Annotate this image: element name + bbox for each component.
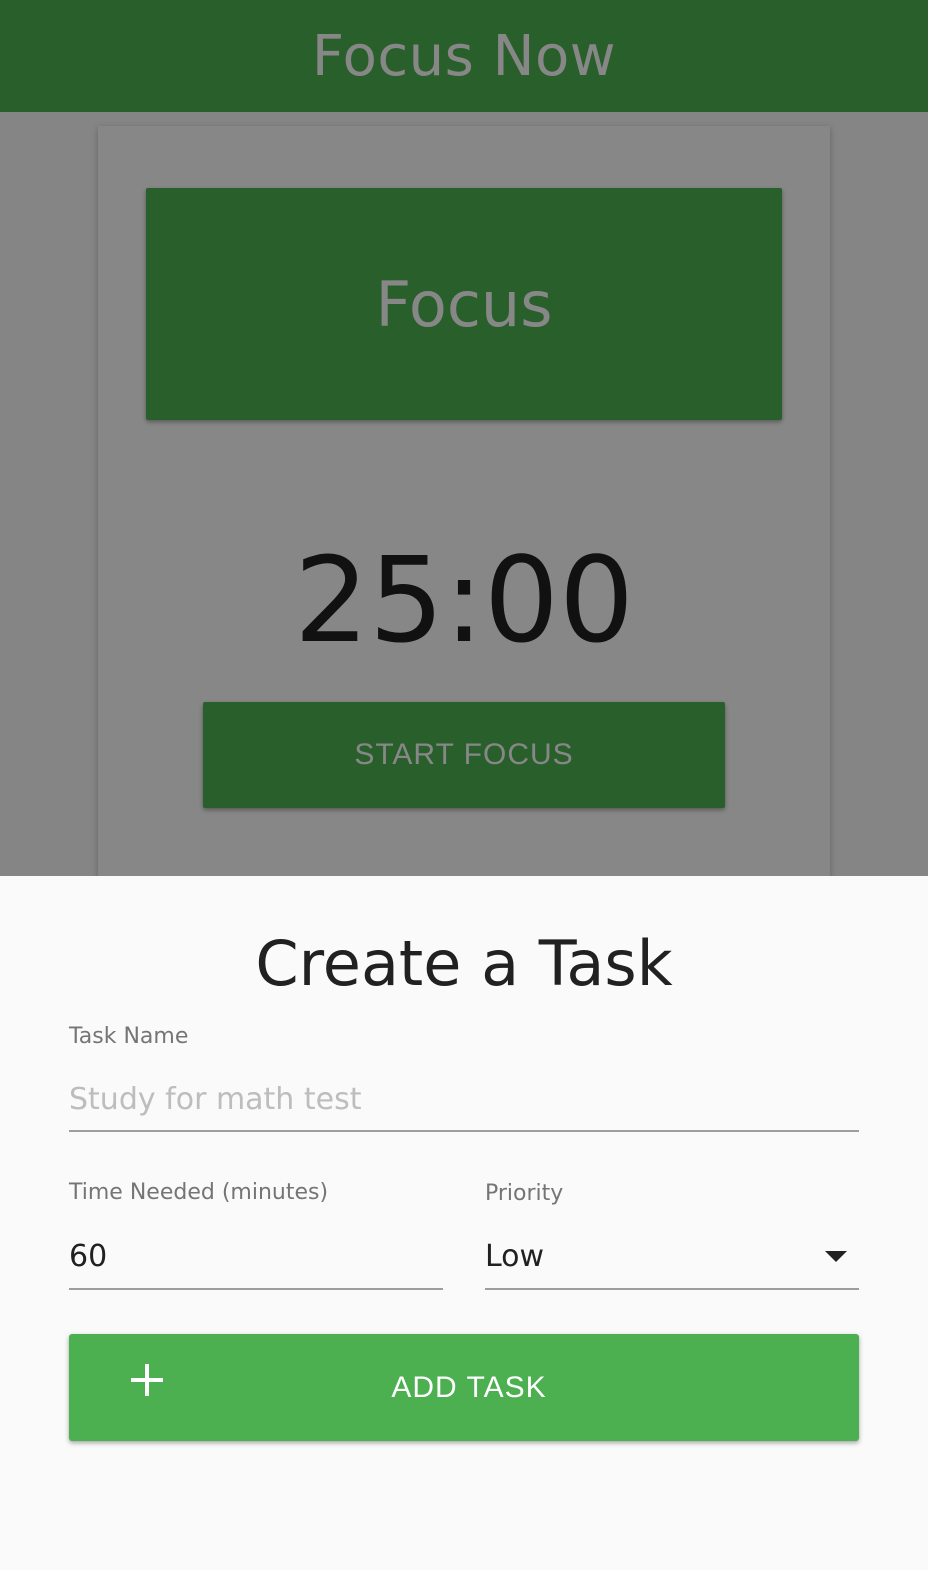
sheet-title: Create a Task [255, 927, 673, 1000]
dropdown-caret-icon [825, 1250, 847, 1262]
modal-scrim[interactable] [0, 0, 928, 876]
task-name-input[interactable] [69, 1068, 859, 1132]
add-task-label: ADD TASK [391, 1370, 547, 1404]
priority-select[interactable]: Low [485, 1224, 859, 1290]
priority-label: Priority [485, 1181, 564, 1206]
priority-selected-value: Low [485, 1238, 545, 1274]
plus-icon [131, 1364, 163, 1396]
time-needed-label: Time Needed (minutes) [69, 1180, 329, 1205]
add-task-button[interactable]: ADD TASK [69, 1334, 859, 1441]
create-task-sheet: Create a Task Task Name Time Needed (min… [0, 876, 928, 1570]
time-needed-input[interactable] [69, 1224, 443, 1290]
task-name-label: Task Name [69, 1024, 189, 1049]
